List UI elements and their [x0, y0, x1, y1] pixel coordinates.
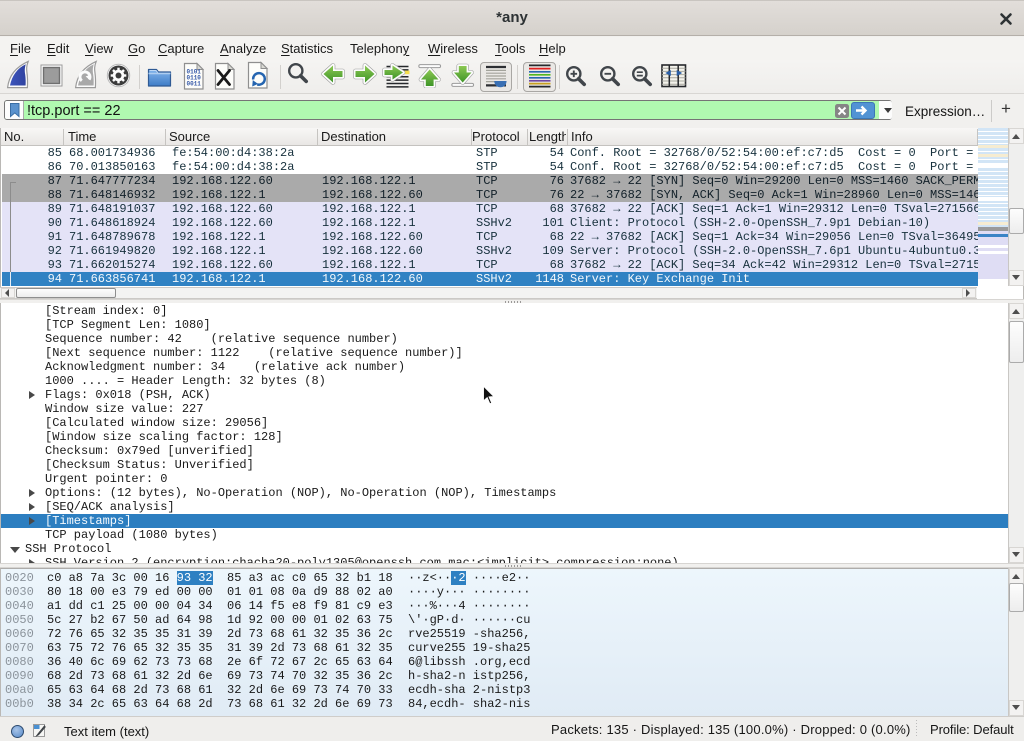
svg-text:0011: 0011	[187, 81, 202, 88]
